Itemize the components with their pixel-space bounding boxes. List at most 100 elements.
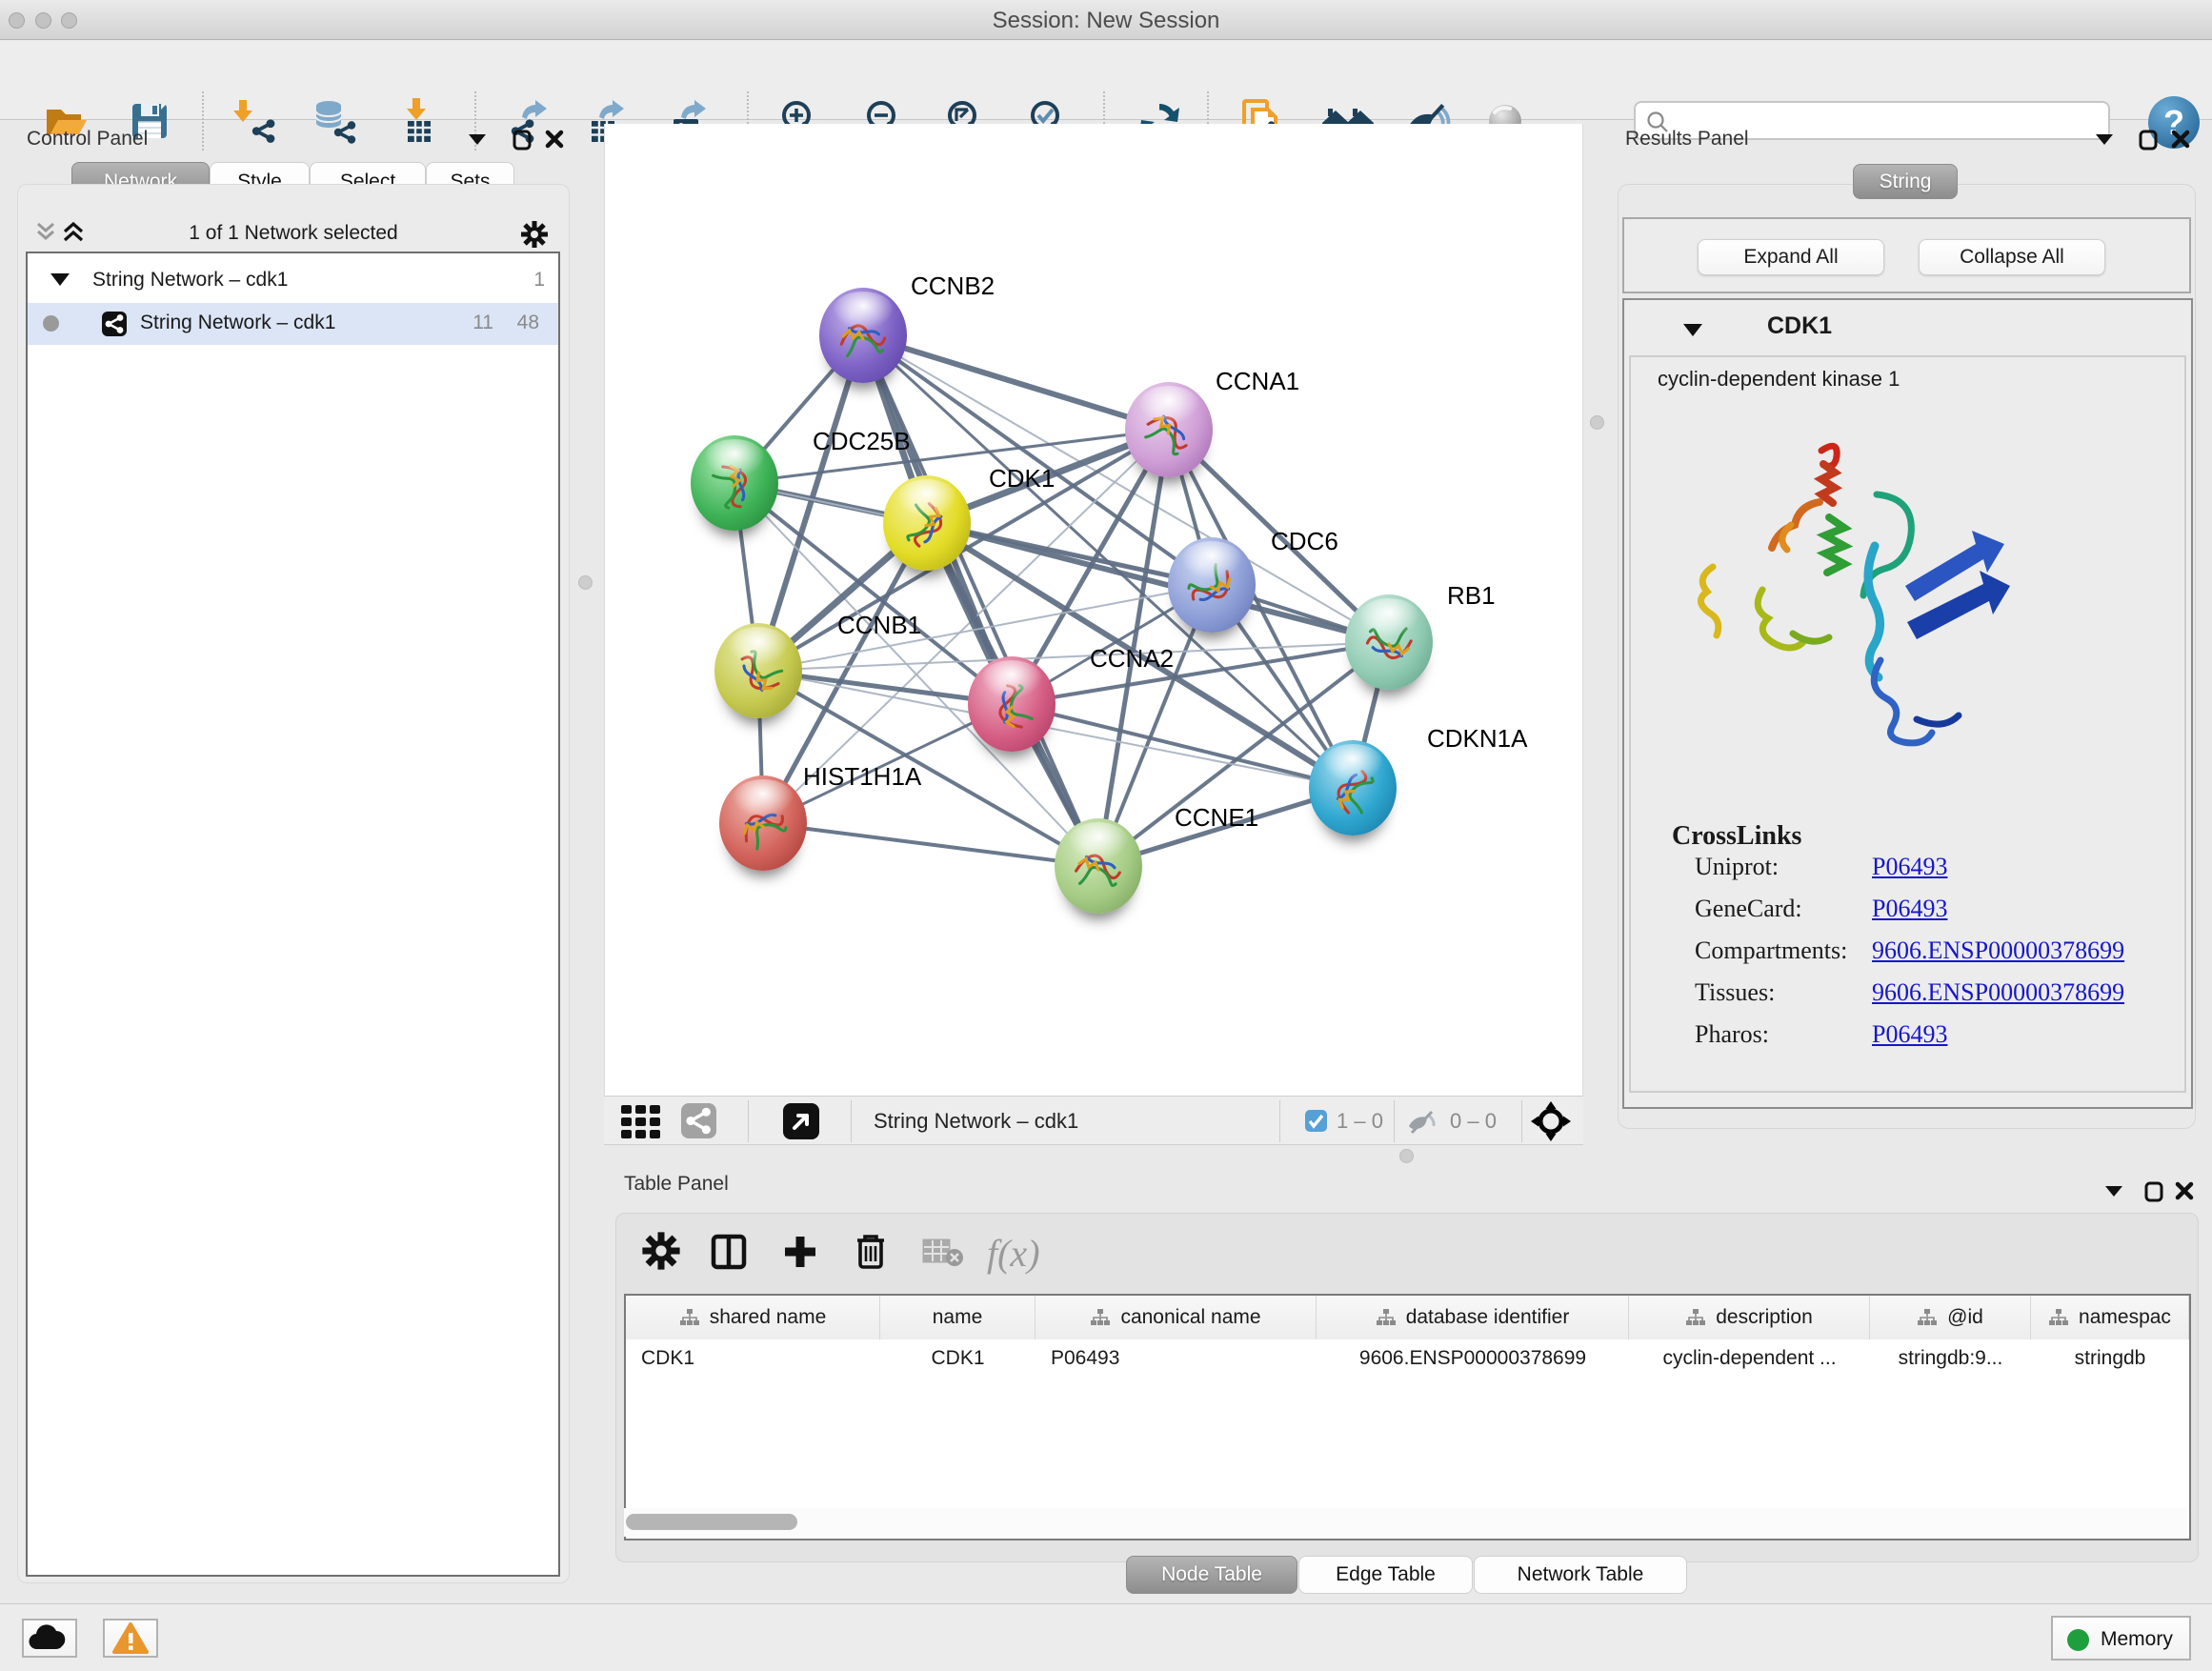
pan-crosshair-icon[interactable] [1530, 1100, 1572, 1147]
cell-canonical-name[interactable]: P06493 [1036, 1339, 1317, 1378]
splitter-grip[interactable] [1590, 415, 1604, 430]
column-header-description[interactable]: description [1629, 1296, 1870, 1339]
crosslink-link[interactable]: P06493 [1872, 1020, 1947, 1048]
network-status-dot [43, 315, 59, 332]
crosslink-label: Compartments: [1695, 936, 1847, 965]
results-tab-string[interactable]: String [1853, 164, 1958, 199]
table-panel-collapse-icon[interactable] [2103, 1184, 2124, 1202]
import-table-icon[interactable] [396, 98, 442, 144]
separator [1394, 1100, 1395, 1142]
expand-all-button[interactable]: Expand All [1698, 239, 1884, 275]
table-tab-edge-table[interactable]: Edge Table [1298, 1556, 1473, 1594]
network-node-HIST1H1A[interactable] [719, 775, 807, 871]
node-label-CDC25B: CDC25B [813, 427, 911, 456]
control-panel-close-icon[interactable] [545, 130, 564, 153]
network-node-CCNA1[interactable] [1125, 382, 1213, 477]
memory-status-dot [2067, 1629, 2089, 1651]
network-row[interactable]: String Network – cdk1 11 48 [28, 303, 558, 345]
table-tab-network-table[interactable]: Network Table [1474, 1556, 1687, 1594]
network-canvas[interactable]: CCNB2 CCNA1 CDC25B CDK1 CDC6 RB1 CCNB1 C… [604, 124, 1583, 1096]
table-function-icon[interactable]: f(x) [987, 1231, 1054, 1275]
network-node-CCNB1[interactable] [714, 623, 802, 718]
crosslink-value: 9606.ENSP00000378699 [1872, 978, 2124, 1007]
memory-button[interactable]: Memory [2051, 1616, 2191, 1661]
crosslink-link[interactable]: 9606.ENSP00000378699 [1872, 936, 2124, 964]
results-panel-close-icon[interactable] [2171, 130, 2190, 153]
node-label-CDK1: CDK1 [989, 464, 1055, 493]
node-label-CCNA2: CCNA2 [1090, 644, 1174, 674]
splitter-grip[interactable] [1399, 1149, 1414, 1163]
grid-view-icon[interactable] [621, 1105, 663, 1144]
results-entry-body: cyclin-dependent kinase 1 CrossLinks Uni… [1629, 355, 2186, 1093]
network-node-CCNE1[interactable] [1055, 818, 1142, 914]
control-panel-collapse-icon[interactable] [467, 132, 488, 151]
collapse-all-button[interactable]: Collapse All [1919, 239, 2105, 275]
table-panel-float-icon[interactable] [2144, 1181, 2163, 1207]
network-node-CDC25B[interactable] [691, 435, 778, 531]
birdseye-view-icon[interactable] [783, 1103, 819, 1139]
table-tab-node-table[interactable]: Node Table [1126, 1556, 1297, 1594]
separator [1521, 1100, 1522, 1142]
cloud-button[interactable] [22, 1619, 77, 1658]
column-header-namespac[interactable]: namespac [2031, 1296, 2189, 1339]
crosslink-link[interactable]: 9606.ENSP00000378699 [1872, 978, 2124, 1006]
crosslink-link[interactable]: P06493 [1872, 895, 1947, 922]
cell-namespac[interactable]: stringdb [2031, 1339, 2189, 1378]
entry-collapse-icon[interactable] [1682, 323, 1703, 337]
network-node-CDK1[interactable] [883, 475, 971, 571]
splitter-grip[interactable] [578, 575, 593, 590]
cell-shared-name[interactable]: CDK1 [626, 1339, 880, 1378]
table-add-icon[interactable] [779, 1231, 823, 1275]
control-panel-float-icon[interactable] [513, 130, 532, 155]
network-node-CDC6[interactable] [1168, 537, 1256, 633]
table-delete-icon[interactable] [852, 1231, 895, 1275]
import-network-icon[interactable] [232, 98, 278, 144]
selected-checkbox[interactable] [1305, 1110, 1327, 1132]
network-view-title: String Network – cdk1 [874, 1109, 1078, 1134]
status-bar: Memory [0, 1603, 2212, 1671]
table-delete-table-icon[interactable] [920, 1231, 964, 1275]
separator [851, 1100, 852, 1142]
entry-description: cyclin-dependent kinase 1 [1658, 367, 1900, 392]
main-toolbar: ? [0, 41, 2212, 120]
node-label-HIST1H1A: HIST1H1A [803, 762, 921, 792]
table-column-icon[interactable] [708, 1231, 752, 1275]
network-tree: String Network – cdk1 1 String Network –… [26, 252, 560, 1577]
network-edges [605, 124, 1584, 1096]
column-header-shared-name[interactable]: shared name [626, 1296, 880, 1339]
cell-database-identifier[interactable]: 9606.ENSP00000378699 [1317, 1339, 1629, 1378]
network-icon [102, 312, 127, 336]
import-network-database-icon[interactable] [312, 98, 358, 144]
results-panel-title: Results Panel [1625, 128, 1749, 151]
crosslink-label: Uniprot: [1695, 853, 1779, 881]
protein-structure-image [1679, 433, 2031, 748]
network-node-CDKN1A[interactable] [1309, 740, 1397, 836]
column-header-canonical-name[interactable]: canonical name [1036, 1296, 1317, 1339]
network-node-CCNB2[interactable] [819, 288, 907, 383]
network-collection-row[interactable]: String Network – cdk1 1 [28, 259, 558, 303]
results-panel-float-icon[interactable] [2139, 130, 2158, 155]
network-share-icon[interactable] [681, 1103, 716, 1138]
cell-description[interactable]: cyclin-dependent ... [1629, 1339, 1870, 1378]
warning-button[interactable] [103, 1619, 158, 1658]
network-selection-status: 1 of 1 Network selected [17, 222, 570, 245]
entry-name: CDK1 [1767, 312, 1832, 340]
hidden-count: 0 – 0 [1450, 1109, 1497, 1134]
table-gear-icon[interactable] [641, 1231, 685, 1275]
network-node-RB1[interactable] [1345, 594, 1433, 690]
crosslink-link[interactable]: P06493 [1872, 853, 1947, 880]
toolbar-separator [202, 91, 204, 151]
column-header-database-identifier[interactable]: database identifier [1317, 1296, 1629, 1339]
table-panel-close-icon[interactable] [2175, 1181, 2194, 1205]
table-horizontal-scrollbar[interactable] [624, 1508, 2187, 1537]
cell--id[interactable]: stringdb:9... [1870, 1339, 2031, 1378]
node-label-CCNA1: CCNA1 [1216, 367, 1299, 396]
results-panel-collapse-icon[interactable] [2094, 132, 2115, 151]
network-options-gear-icon[interactable] [520, 220, 549, 253]
network-node-CCNA2[interactable] [968, 656, 1056, 752]
collection-expand-icon[interactable] [50, 272, 70, 287]
column-header--id[interactable]: @id [1870, 1296, 2031, 1339]
title-bar: Session: New Session [0, 0, 2212, 40]
column-header-name[interactable]: name [880, 1296, 1036, 1339]
cell-name[interactable]: CDK1 [880, 1339, 1036, 1378]
